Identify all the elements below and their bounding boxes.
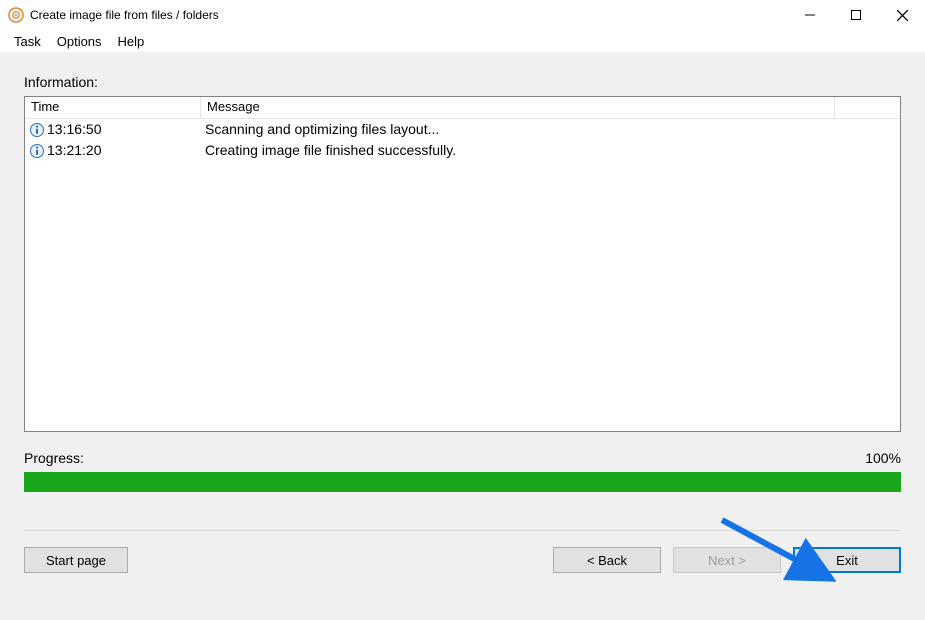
column-header-message[interactable]: Message xyxy=(201,97,835,119)
column-header-empty xyxy=(835,97,900,119)
maximize-button[interactable] xyxy=(833,0,879,30)
button-row: Start page < Back Next > Exit xyxy=(24,547,901,573)
menu-bar: Task Options Help xyxy=(0,30,925,52)
information-label: Information: xyxy=(24,74,901,90)
menu-help[interactable]: Help xyxy=(110,32,153,51)
progress-label: Progress: xyxy=(24,450,84,466)
log-time-text: 13:21:20 xyxy=(47,140,102,161)
progress-bar xyxy=(24,472,901,492)
minimize-button[interactable] xyxy=(787,0,833,30)
divider xyxy=(24,530,901,531)
client-area: Information: Time Message 13:16:50 Scann… xyxy=(0,52,925,620)
column-header-time[interactable]: Time xyxy=(25,97,201,119)
info-icon xyxy=(29,143,45,159)
back-button[interactable]: < Back xyxy=(553,547,661,573)
info-icon xyxy=(29,122,45,138)
progress-row: Progress: 100% xyxy=(24,450,901,466)
app-icon xyxy=(8,7,24,23)
menu-options[interactable]: Options xyxy=(49,32,110,51)
next-button: Next > xyxy=(673,547,781,573)
log-cell-time: 13:16:50 xyxy=(25,119,201,140)
log-body[interactable]: 13:16:50 Scanning and optimizing files l… xyxy=(25,119,900,431)
log-cell-time: 13:21:20 xyxy=(25,140,201,161)
window-title: Create image file from files / folders xyxy=(30,8,787,22)
menu-task[interactable]: Task xyxy=(6,32,49,51)
log-cell-message: Scanning and optimizing files layout... xyxy=(201,119,900,140)
title-bar: Create image file from files / folders xyxy=(0,0,925,30)
log-row[interactable]: 13:21:20 Creating image file finished su… xyxy=(25,140,900,161)
log-row[interactable]: 13:16:50 Scanning and optimizing files l… xyxy=(25,119,900,140)
close-button[interactable] xyxy=(879,0,925,30)
exit-button[interactable]: Exit xyxy=(793,547,901,573)
log-cell-message: Creating image file finished successfull… xyxy=(201,140,900,161)
window-controls xyxy=(787,0,925,30)
log-table: Time Message 13:16:50 Scanning and optim… xyxy=(24,96,901,432)
log-header: Time Message xyxy=(25,97,900,119)
start-page-button[interactable]: Start page xyxy=(24,547,128,573)
progress-percent: 100% xyxy=(865,450,901,466)
log-time-text: 13:16:50 xyxy=(47,119,102,140)
